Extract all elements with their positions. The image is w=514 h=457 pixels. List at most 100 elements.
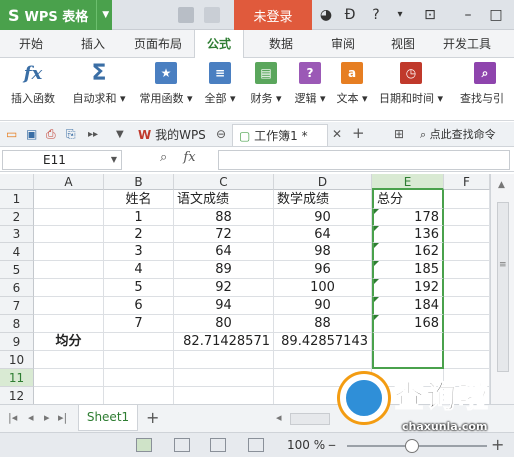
- cell-b9[interactable]: [104, 333, 174, 351]
- cell-a5[interactable]: [34, 261, 104, 279]
- autosum-button[interactable]: Σ 自动求和 ▾: [70, 61, 128, 106]
- skin-icon[interactable]: ◕: [316, 5, 336, 25]
- row-header-9[interactable]: 9: [0, 333, 34, 351]
- cell-e4[interactable]: 162: [372, 243, 444, 261]
- folder-open-icon[interactable]: ▭: [6, 127, 17, 141]
- layout-icon[interactable]: [178, 7, 194, 23]
- cell-f2[interactable]: [444, 209, 490, 226]
- cell-d10[interactable]: [274, 351, 372, 369]
- brush-icon[interactable]: Ð: [340, 5, 360, 25]
- cell-e9[interactable]: [372, 333, 444, 351]
- select-all-corner[interactable]: [0, 174, 34, 190]
- hscroll-left-icon[interactable]: ◂: [276, 411, 282, 424]
- chevron-down-icon[interactable]: ▾: [390, 5, 410, 25]
- first-sheet-icon[interactable]: |◂: [8, 411, 17, 424]
- cell-c7[interactable]: 94: [174, 297, 274, 315]
- cell-f1[interactable]: [444, 190, 490, 209]
- cell-b6[interactable]: 5: [104, 279, 174, 297]
- next-sheet-icon[interactable]: ▸: [44, 411, 50, 424]
- sheet-tab-sheet1[interactable]: Sheet1: [78, 405, 138, 431]
- cell-c1[interactable]: 语文成绩: [174, 190, 274, 209]
- page-break-view-icon[interactable]: [174, 438, 190, 452]
- restore-icon[interactable]: ⊡: [420, 5, 440, 25]
- cell-b1[interactable]: 姓名: [104, 190, 174, 209]
- row-header-6[interactable]: 6: [0, 279, 34, 297]
- row-header-3[interactable]: 3: [0, 226, 34, 243]
- pin-icon[interactable]: ⊞: [394, 127, 404, 141]
- cell-f8[interactable]: [444, 315, 490, 333]
- maximize-icon[interactable]: □: [486, 5, 506, 25]
- row-header-1[interactable]: 1: [0, 190, 34, 209]
- row-header-2[interactable]: 2: [0, 209, 34, 226]
- cell-a6[interactable]: [34, 279, 104, 297]
- cell-f5[interactable]: [444, 261, 490, 279]
- column-header-d[interactable]: D: [274, 174, 372, 190]
- chevron-down-icon[interactable]: ▼: [116, 129, 124, 140]
- cell-c4[interactable]: 64: [174, 243, 274, 261]
- column-header-a[interactable]: A: [34, 174, 104, 190]
- cell-a8[interactable]: [34, 315, 104, 333]
- print-preview-icon[interactable]: ⎙: [46, 127, 56, 142]
- cell-e5[interactable]: 185: [372, 261, 444, 279]
- cell-d2[interactable]: 90: [274, 209, 372, 226]
- last-sheet-icon[interactable]: ▸|: [58, 411, 67, 424]
- cell-e6[interactable]: 192: [372, 279, 444, 297]
- normal-view-icon[interactable]: [136, 438, 152, 452]
- close-icon[interactable]: ✕: [332, 127, 342, 141]
- cell-c3[interactable]: 72: [174, 226, 274, 243]
- tab-data[interactable]: 数据: [256, 30, 306, 58]
- command-search[interactable]: ⌕ 点此查找命令: [420, 125, 514, 144]
- prev-sheet-icon[interactable]: ◂: [28, 411, 34, 424]
- column-header-e[interactable]: E: [372, 174, 444, 190]
- cell-c2[interactable]: 88: [174, 209, 274, 226]
- cell-b4[interactable]: 3: [104, 243, 174, 261]
- cell-d9[interactable]: 89.42857143: [274, 333, 372, 351]
- row-header-5[interactable]: 5: [0, 261, 34, 279]
- cell-b5[interactable]: 4: [104, 261, 174, 279]
- row-header-12[interactable]: 12: [0, 387, 34, 404]
- cell-e1[interactable]: 总分: [372, 190, 444, 209]
- cell-b3[interactable]: 2: [104, 226, 174, 243]
- cell-d6[interactable]: 100: [274, 279, 372, 297]
- row-header-11[interactable]: 11: [0, 369, 34, 387]
- zoom-out-icon[interactable]: –: [328, 435, 336, 454]
- cell-c8[interactable]: 80: [174, 315, 274, 333]
- cell-f4[interactable]: [444, 243, 490, 261]
- column-header-c[interactable]: C: [174, 174, 274, 190]
- cell-b11[interactable]: [104, 369, 174, 387]
- cell-e2[interactable]: 178: [372, 209, 444, 226]
- add-sheet-icon[interactable]: +: [146, 408, 159, 427]
- row-header-8[interactable]: 8: [0, 315, 34, 333]
- scroll-thumb[interactable]: [497, 202, 509, 372]
- cell-e10[interactable]: [372, 351, 444, 369]
- save-icon[interactable]: ▣: [26, 127, 37, 141]
- cell-a9[interactable]: 均分: [34, 333, 104, 351]
- tab-formula[interactable]: 公式: [194, 30, 244, 58]
- minimize-icon[interactable]: –: [458, 5, 478, 25]
- cell-c11[interactable]: [174, 369, 274, 387]
- row-header-10[interactable]: 10: [0, 351, 34, 369]
- tab-workbook[interactable]: ▢ 工作簿1 *: [232, 124, 328, 146]
- login-button[interactable]: 未登录: [234, 0, 312, 30]
- cell-c6[interactable]: 92: [174, 279, 274, 297]
- horizontal-scroll-thumb[interactable]: [290, 413, 330, 425]
- cell-a2[interactable]: [34, 209, 104, 226]
- cell-a4[interactable]: [34, 243, 104, 261]
- datetime-button[interactable]: ◷ 日期和时间 ▾: [376, 62, 446, 106]
- cell-c5[interactable]: 89: [174, 261, 274, 279]
- row-header-7[interactable]: 7: [0, 297, 34, 315]
- cell-a7[interactable]: [34, 297, 104, 315]
- tab-insert[interactable]: 插入: [68, 30, 118, 58]
- cell-b8[interactable]: 7: [104, 315, 174, 333]
- cell-f7[interactable]: [444, 297, 490, 315]
- cell-c12[interactable]: [174, 387, 274, 404]
- row-header-4[interactable]: 4: [0, 243, 34, 261]
- finance-button[interactable]: ▤ 财务 ▾: [246, 62, 286, 106]
- cell-f3[interactable]: [444, 226, 490, 243]
- help-icon[interactable]: ?: [366, 5, 386, 25]
- cell-f9[interactable]: [444, 333, 490, 351]
- scroll-up-icon[interactable]: ▲: [498, 180, 505, 190]
- tab-developer[interactable]: 开发工具: [436, 30, 498, 58]
- text-functions-button[interactable]: a 文本 ▾: [332, 62, 372, 106]
- column-header-b[interactable]: B: [104, 174, 174, 190]
